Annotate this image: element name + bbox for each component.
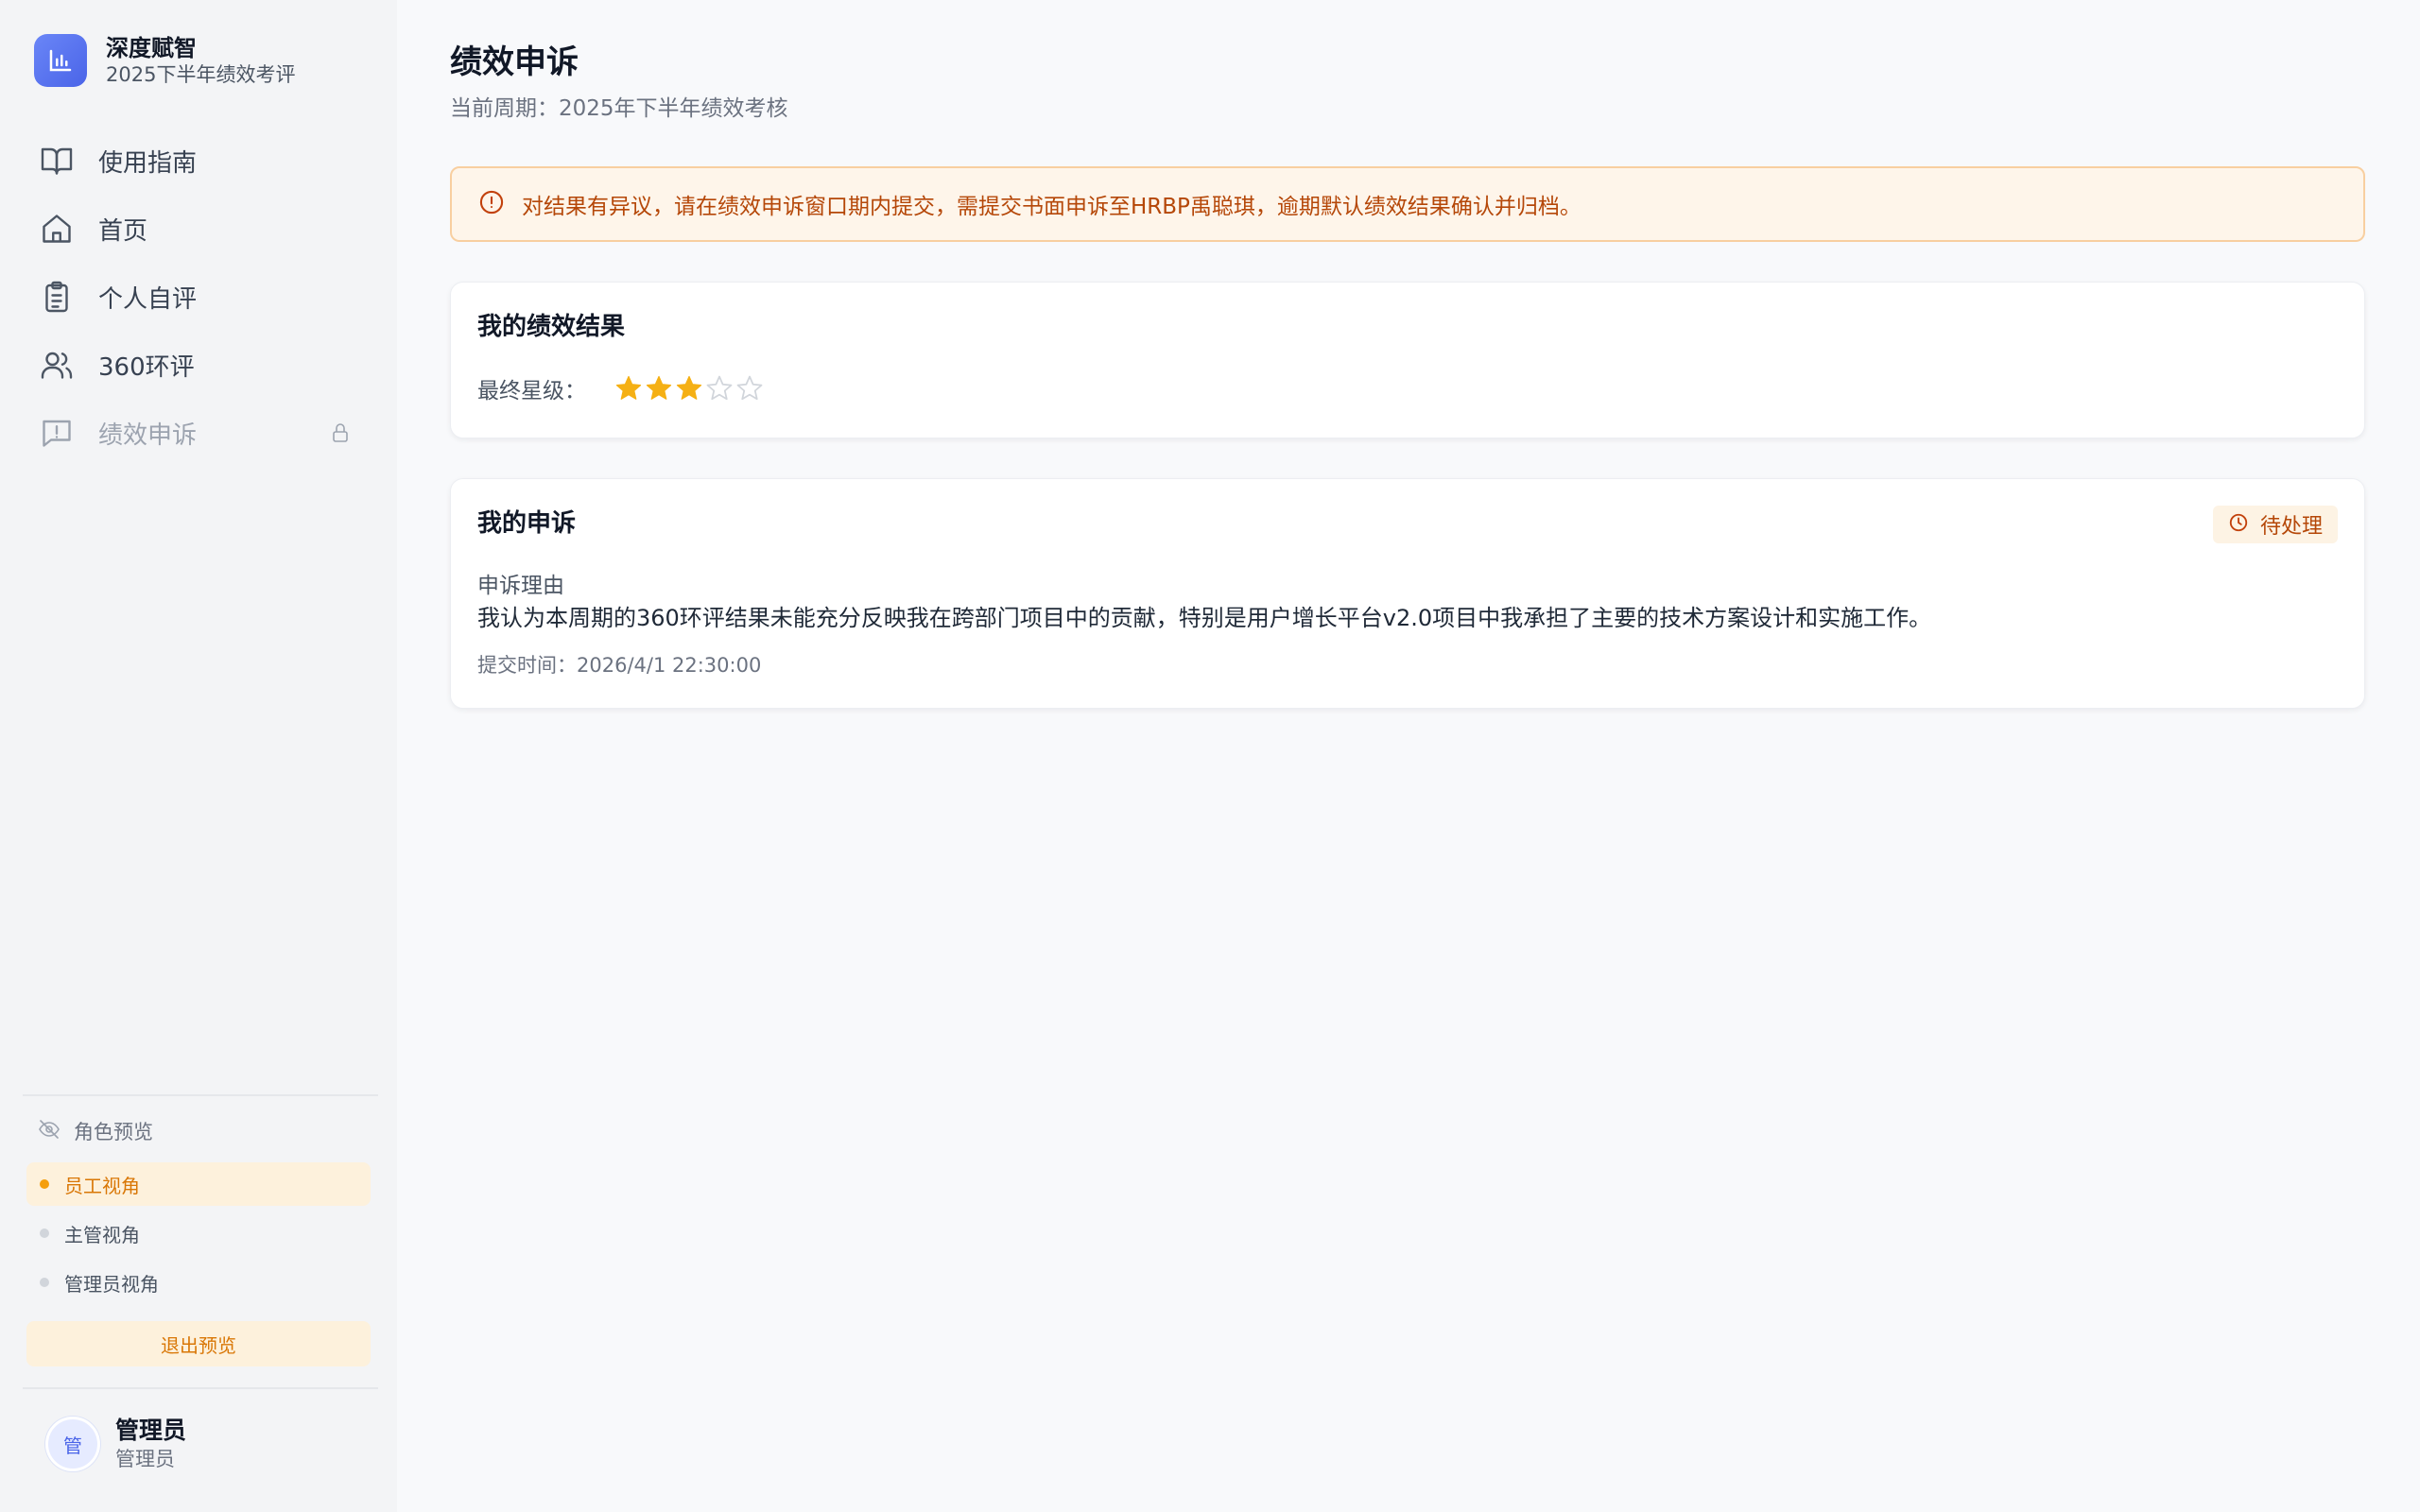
inactive-dot	[40, 1228, 49, 1238]
sidebar-divider	[23, 1387, 378, 1389]
user-role: 管理员	[115, 1448, 175, 1470]
bar-chart-icon	[34, 34, 87, 87]
nav-item-home[interactable]: 首页	[23, 195, 374, 263]
eye-off-icon	[38, 1118, 60, 1144]
brand: 深度赋智 2025下半年绩效考评	[34, 34, 295, 87]
performance-result-card: 我的绩效结果 最终星级：	[450, 282, 2365, 438]
users-icon	[40, 348, 74, 382]
star-filled-icon	[676, 375, 702, 400]
role-option-admin[interactable]: 管理员视角	[26, 1261, 371, 1304]
role-option-label: 管理员视角	[64, 1272, 159, 1296]
star-filled-icon	[646, 375, 672, 400]
status-text: 待处理	[2259, 515, 2323, 539]
clipboard-icon	[40, 280, 74, 314]
user-profile[interactable]: 管 管理员 管理员	[45, 1416, 186, 1472]
role-option-label: 主管视角	[64, 1223, 140, 1246]
nav-item-label: 首页	[98, 216, 148, 246]
role-preview-header: 角色预览	[38, 1117, 153, 1145]
message-alert-icon	[40, 416, 74, 450]
nav-item-guide[interactable]: 使用指南	[23, 127, 374, 195]
my-appeal-card: 我的申诉 待处理 申诉理由 我认为本周期的360环评结果未能充分反映我在跨部门项…	[450, 478, 2365, 709]
role-option-label: 员工视角	[64, 1174, 140, 1197]
nav-item-label: 个人自评	[98, 284, 198, 314]
nav-item-label: 使用指南	[98, 148, 198, 178]
sidebar-divider	[23, 1094, 378, 1096]
nav-item-self-review[interactable]: 个人自评	[23, 263, 374, 331]
submit-time: 提交时间：2026/4/1 22:30:00	[477, 654, 762, 677]
nav-item-appeal[interactable]: 绩效申诉	[23, 399, 374, 467]
card-title: 我的绩效结果	[477, 313, 626, 341]
alert-circle-icon	[478, 189, 505, 219]
appeal-notice-alert: 对结果有异议，请在绩效申诉窗口期内提交，需提交书面申诉至HRBP禹聪琪，逾期默认…	[450, 166, 2365, 242]
star-filled-icon	[615, 375, 642, 400]
reason-label: 申诉理由	[477, 574, 564, 598]
page-subtitle: 当前周期：2025年下半年绩效考核	[450, 96, 788, 121]
home-icon	[40, 212, 74, 246]
role-option-employee[interactable]: 员工视角	[26, 1162, 371, 1206]
star-rating	[614, 374, 766, 403]
sidebar: 深度赋智 2025下半年绩效考评 使用指南 首页 个人自评 360环评 绩效申诉…	[0, 0, 397, 1512]
status-badge: 待处理	[2212, 506, 2338, 543]
exit-preview-button[interactable]: 退出预览	[26, 1321, 371, 1366]
final-rating-row: 最终星级：	[477, 372, 766, 404]
avatar: 管	[45, 1417, 100, 1471]
page-title: 绩效申诉	[450, 43, 579, 81]
star-empty-icon	[736, 375, 763, 401]
inactive-dot	[40, 1278, 49, 1287]
rating-label: 最终星级：	[477, 379, 586, 404]
alert-text: 对结果有异议，请在绩效申诉窗口期内提交，需提交书面申诉至HRBP禹聪琪，逾期默认…	[522, 195, 1582, 219]
main-content: 绩效申诉 当前周期：2025年下半年绩效考核 对结果有异议，请在绩效申诉窗口期内…	[397, 0, 2420, 1512]
clock-icon	[2228, 512, 2249, 537]
user-name: 管理员	[115, 1417, 187, 1444]
card-title: 我的申诉	[477, 509, 577, 538]
brand-cycle: 2025下半年绩效考评	[106, 63, 296, 86]
brand-name: 深度赋智	[106, 35, 197, 61]
book-open-icon	[40, 144, 74, 178]
reason-text: 我认为本周期的360环评结果未能充分反映我在跨部门项目中的贡献，特别是用户增长平…	[477, 605, 1932, 631]
role-preview-title: 角色预览	[74, 1121, 153, 1143]
lock-icon	[329, 421, 352, 448]
role-option-manager[interactable]: 主管视角	[26, 1211, 371, 1255]
nav-item-label: 绩效申诉	[98, 421, 198, 450]
active-dot	[40, 1179, 49, 1189]
nav-item-label: 360环评	[98, 352, 195, 382]
main-nav: 使用指南 首页 个人自评 360环评 绩效申诉	[23, 127, 374, 467]
star-empty-icon	[706, 375, 733, 401]
nav-item-360-review[interactable]: 360环评	[23, 331, 374, 399]
